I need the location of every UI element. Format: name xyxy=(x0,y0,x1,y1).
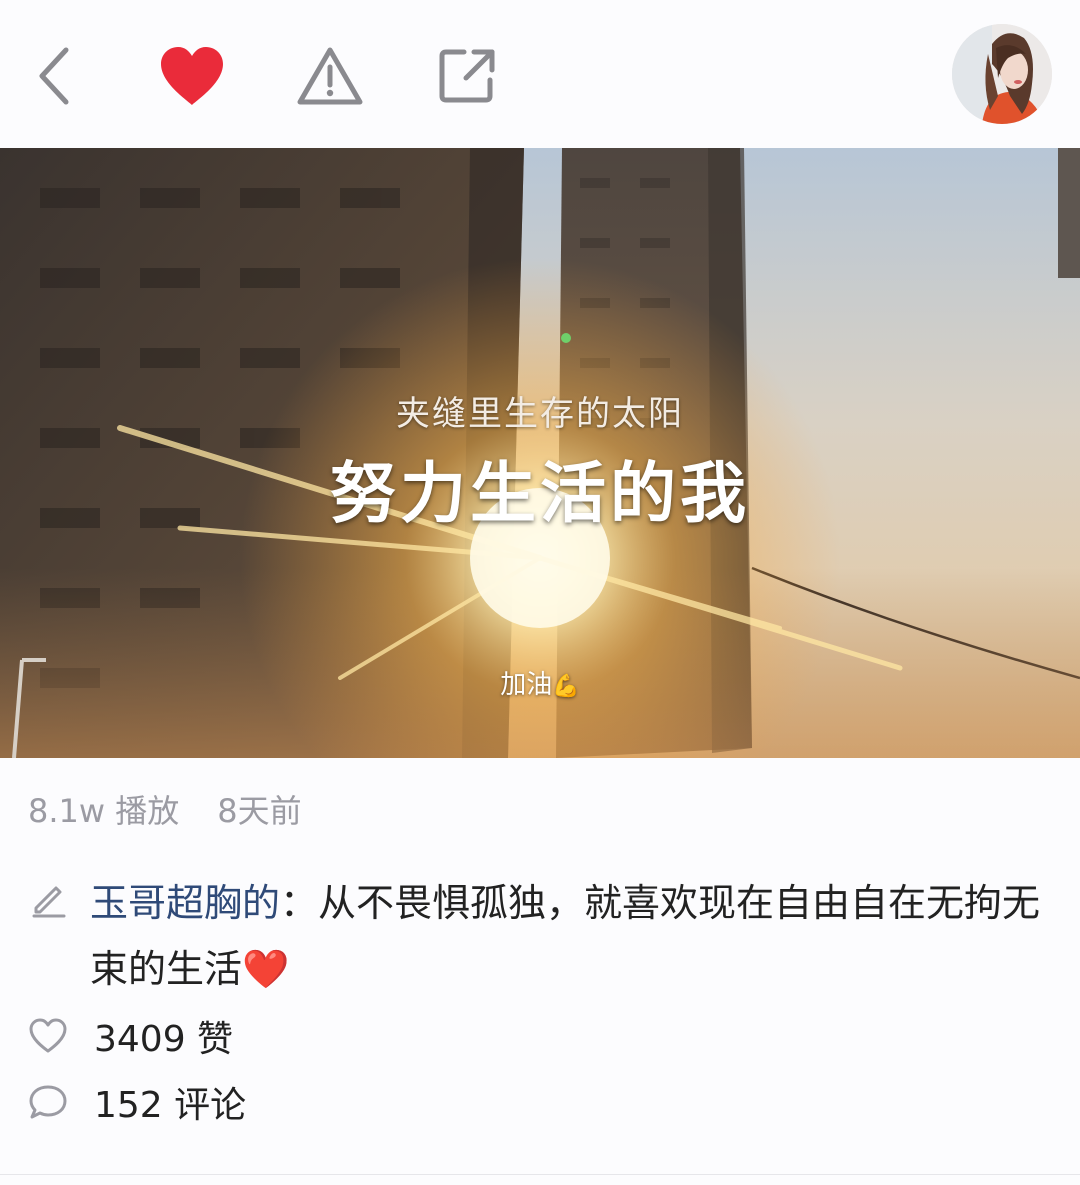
comments-row[interactable]: 152 评论 xyxy=(28,1076,246,1128)
chevron-left-icon xyxy=(39,47,69,105)
heart-emoji: ❤️ xyxy=(242,947,290,991)
report-button[interactable] xyxy=(294,40,366,112)
share-button[interactable] xyxy=(432,40,504,112)
comments-count: 152 评论 xyxy=(94,1085,247,1126)
comment-bubble-icon xyxy=(29,1085,67,1119)
play-count: 8.1w 播放 xyxy=(28,792,180,830)
like-button[interactable] xyxy=(156,40,228,112)
share-external-icon xyxy=(439,49,495,103)
likes-row[interactable]: 3409 赞 xyxy=(28,1010,233,1062)
caption-separator: ： xyxy=(280,881,319,925)
video-caption: 加油💪 xyxy=(0,664,1080,701)
top-bar xyxy=(0,0,1080,148)
pencil-icon xyxy=(32,886,66,918)
heart-outline-icon xyxy=(29,1018,67,1053)
likes-count: 3409 赞 xyxy=(94,1019,234,1060)
bottom-divider xyxy=(0,1174,1080,1175)
warning-triangle-icon xyxy=(297,47,363,105)
video-subtitle-small: 夹缝里生存的太阳 xyxy=(396,394,684,434)
video-caption-text: 加油 xyxy=(500,670,553,700)
author-name-link[interactable]: 玉哥超胸的 xyxy=(90,881,280,925)
video-subtitle-big: 努力生活的我 xyxy=(330,455,750,532)
author-avatar[interactable] xyxy=(952,24,1052,124)
post-caption: 玉哥超胸的：从不畏惧孤独，就喜欢现在自由自在无拘无束的生活❤️ xyxy=(90,870,1050,1002)
heart-filled-icon xyxy=(161,47,223,105)
post-time: 8天前 xyxy=(217,792,302,830)
video-player[interactable]: 夹缝里生存的太阳 努力生活的我 加油💪 xyxy=(0,148,1080,758)
back-button[interactable] xyxy=(18,40,90,112)
user-avatar-image xyxy=(952,24,1052,124)
video-meta: 8.1w 播放 8天前 xyxy=(28,786,302,832)
flexed-arm-emoji: 💪 xyxy=(552,674,580,699)
